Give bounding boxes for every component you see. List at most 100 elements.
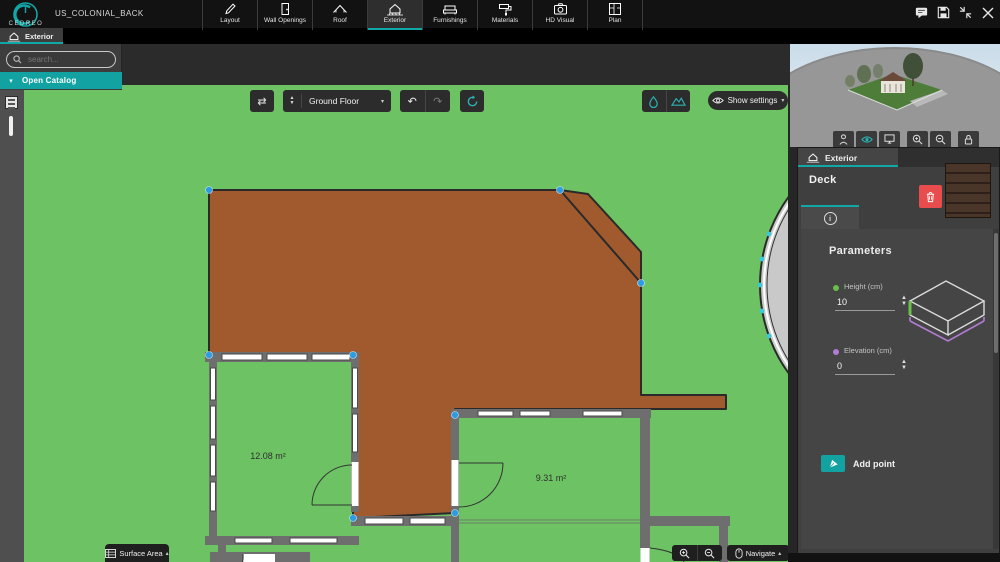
terrain-paint-button[interactable]	[642, 90, 667, 112]
zoom-out-button[interactable]	[698, 545, 723, 561]
walkthrough-button[interactable]	[833, 131, 854, 147]
zoom-in-icon	[679, 548, 690, 559]
tab-layout[interactable]: Layout	[202, 0, 257, 30]
screen-icon	[884, 134, 895, 144]
panel-scrollbar[interactable]	[993, 229, 999, 549]
floor-stepper[interactable]: ▲ ▼	[283, 94, 302, 108]
lock-view-button[interactable]	[958, 131, 979, 147]
pen-icon	[828, 458, 839, 469]
preview-zoom-out-button[interactable]	[930, 131, 951, 147]
left-sidebar	[0, 90, 24, 562]
elevation-stepper[interactable]: ▲ ▼	[901, 359, 907, 371]
terrain-paint-icon	[647, 95, 660, 108]
subtab-exterior[interactable]: Exterior	[0, 28, 63, 44]
height-underline	[835, 310, 895, 311]
blueprint-icon	[608, 2, 622, 16]
elevation-value[interactable]: 0	[837, 361, 842, 371]
chevron-down-icon: ▾	[0, 77, 22, 85]
window-bottom-edge	[788, 553, 1000, 562]
undo-button[interactable]: ↶	[400, 90, 426, 112]
room-area-label: 12.08 m²	[250, 451, 286, 461]
show-settings-button[interactable]: Show settings ▾	[708, 91, 788, 110]
fullscreen-preview-button[interactable]	[879, 131, 900, 147]
zoom-controls	[672, 545, 722, 561]
close-icon[interactable]	[981, 6, 994, 19]
preview-3d-scene	[790, 28, 1000, 147]
height-value[interactable]: 10	[837, 297, 847, 307]
delete-deck-button[interactable]	[919, 185, 942, 208]
room-divider-lines	[459, 520, 640, 523]
tab-exterior[interactable]: Exterior	[367, 0, 422, 30]
info-tab[interactable]: i	[801, 207, 859, 229]
panel-tab-label: Exterior	[825, 153, 857, 163]
floorplan-canvas[interactable]: 12.08 m² 9.31 m² ⇄ ▲ ▼ Ground Floor ▾ ↶ …	[24, 85, 788, 562]
preview-3d-viewport[interactable]	[790, 28, 1000, 147]
paint-roller-icon	[498, 2, 513, 16]
tab-hd-visual[interactable]: HD Visual	[532, 0, 587, 30]
sync-floors-button[interactable]: ⇄	[250, 90, 274, 112]
zoom-in-icon	[912, 134, 923, 145]
zoom-in-button[interactable]	[672, 545, 698, 561]
mouse-icon	[735, 548, 743, 559]
elevation-dot	[833, 349, 839, 355]
scrollbar-thumb[interactable]	[994, 233, 998, 353]
undo-redo-group: ↶ ↷	[400, 90, 450, 112]
elevation-label: Elevation (cm)	[844, 346, 892, 355]
open-catalog-button[interactable]: ▾ Open Catalog	[0, 72, 122, 89]
search-icon	[13, 55, 22, 64]
deck-illustration	[904, 271, 992, 349]
recenter-icon	[466, 95, 479, 108]
panel-drag-handle[interactable]	[9, 116, 13, 136]
panel-list-icon[interactable]	[5, 96, 18, 109]
floorplan-drawing: 12.08 m² 9.31 m²	[24, 85, 788, 562]
pool-circle[interactable]	[758, 135, 788, 435]
undo-icon: ↶	[408, 95, 417, 108]
tab-roof[interactable]: Roof	[312, 0, 367, 30]
search-box[interactable]	[6, 51, 116, 68]
tab-wall-openings[interactable]: Wall Openings	[257, 0, 312, 30]
surface-area-button[interactable]: Surface Area ▴	[105, 544, 169, 562]
eye-icon	[861, 135, 873, 144]
house-trees-icon	[7, 31, 21, 42]
parameters-heading: Parameters	[829, 245, 892, 257]
floor-dropdown[interactable]: Ground Floor ▾	[302, 96, 391, 106]
height-dot	[833, 285, 839, 291]
main-nav-tabs: Layout Wall Openings Roof Exterior Furni…	[202, 0, 643, 28]
subtab-label: Exterior	[25, 32, 53, 41]
collapse-icon[interactable]	[959, 6, 972, 19]
tab-materials[interactable]: Materials	[477, 0, 532, 30]
person-icon	[839, 134, 848, 145]
info-icon: i	[824, 212, 837, 225]
chevron-down-icon: ▾	[381, 98, 384, 105]
tab-furnishings[interactable]: Furnishings	[422, 0, 477, 30]
surface-area-label: Surface Area	[119, 549, 162, 558]
tab-plan[interactable]: Plan	[587, 0, 643, 30]
panel-tab-exterior[interactable]: Exterior	[798, 148, 898, 167]
stepper-down-icon: ▼	[290, 101, 295, 106]
orbit-view-button[interactable]	[856, 131, 877, 147]
redo-button[interactable]: ↷	[426, 90, 451, 112]
window-controls	[915, 6, 994, 19]
navigate-button[interactable]: Navigate ▴	[727, 545, 788, 561]
lock-icon	[964, 134, 973, 145]
eye-icon	[712, 96, 724, 105]
door-icon	[278, 2, 292, 16]
recenter-button[interactable]	[460, 90, 484, 112]
add-point-label: Add point	[853, 459, 895, 469]
preview-toolbar	[833, 131, 979, 147]
project-name: US_COLONIAL_BACK	[55, 9, 144, 18]
comment-icon[interactable]	[915, 6, 928, 19]
room-area-label: 9.31 m²	[536, 473, 567, 483]
terrain-button[interactable]	[667, 90, 691, 112]
add-point-button[interactable]	[821, 455, 845, 472]
sync-icon: ⇄	[257, 95, 266, 108]
save-icon[interactable]	[937, 6, 950, 19]
properties-panel: Exterior Deck i Parameters Height (cm) 1…	[797, 147, 1000, 555]
trash-icon	[925, 191, 936, 203]
preview-zoom-in-button[interactable]	[907, 131, 928, 147]
table-icon	[105, 549, 116, 558]
search-input[interactable]	[26, 54, 110, 65]
elevation-underline	[835, 374, 895, 375]
deck-material-thumbnail[interactable]	[945, 163, 991, 218]
terrain-icon	[671, 95, 686, 107]
